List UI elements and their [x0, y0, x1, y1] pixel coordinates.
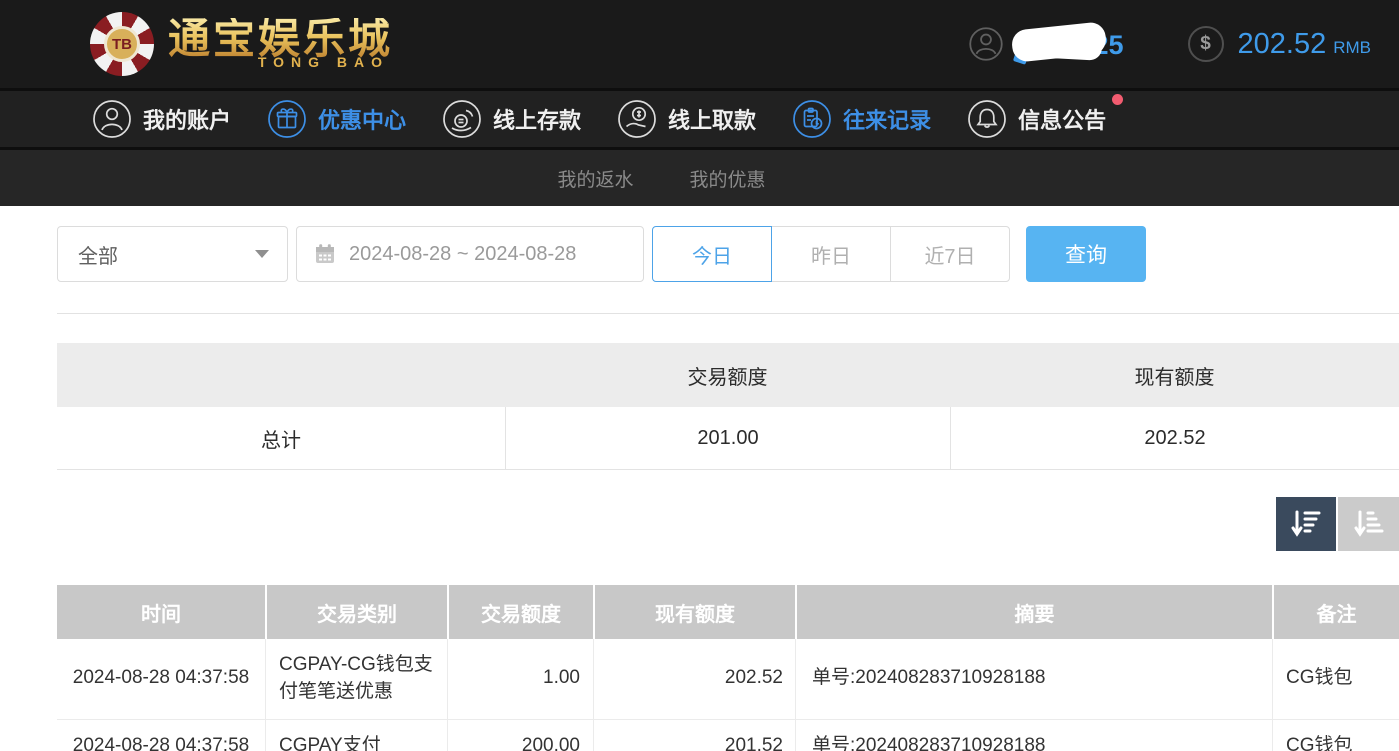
range-last7days-button[interactable]: 近7日	[890, 226, 1010, 282]
gift-icon	[267, 99, 307, 139]
redaction-blob	[1035, 29, 1102, 60]
balance-amount: 202.52	[1238, 28, 1327, 61]
sort-descending-icon	[1290, 509, 1322, 539]
date-range-value: 2024-08-28 ~ 2024-08-28	[349, 243, 576, 266]
range-yesterday-button[interactable]: 昨日	[771, 226, 891, 282]
main-navbar: 我的账户 优惠中心 线上存款 线上取款 往来记录	[0, 88, 1399, 150]
nav-item-announcements[interactable]: 信息公告	[967, 99, 1106, 139]
subnav-item-my-promotions[interactable]: 我的优惠	[690, 165, 766, 192]
table-cell: 单号:202408283710928188	[795, 639, 1272, 720]
category-dropdown[interactable]: 全部	[57, 226, 288, 282]
records-header-transaction-amount: 交易额度	[447, 585, 593, 639]
table-cell: 202.52	[593, 639, 795, 720]
poker-chip-logo-icon: TB	[90, 12, 154, 76]
site-subtitle: TONG BAO	[258, 54, 389, 70]
table-cell: 1.00	[447, 639, 593, 720]
table-cell: CGPAY-CG钱包支付笔笔送优惠	[265, 639, 447, 720]
records-header-current-balance: 现有额度	[593, 585, 795, 639]
summary-header-blank	[57, 343, 505, 407]
records-icon	[792, 99, 832, 139]
dollar-circle-icon: $	[1188, 26, 1224, 62]
range-today-button[interactable]: 今日	[652, 226, 772, 282]
nav-label: 线上取款	[668, 103, 756, 135]
sort-ascending-button[interactable]	[1338, 497, 1399, 551]
divider	[57, 313, 1399, 314]
filter-row: 全部 2024-08-28 ~ 2024-08-28 今日 昨日 近7日 查询	[57, 226, 1399, 282]
table-cell: 201.00	[505, 407, 950, 470]
table-cell: 200.00	[447, 720, 593, 751]
sort-ascending-icon	[1353, 509, 1385, 539]
table-row: 2024-08-28 04:37:58CGPAY支付200.00201.52单号…	[57, 720, 1399, 751]
balance-currency: RMB	[1333, 30, 1371, 58]
table-cell: 202.52	[950, 407, 1399, 470]
user-icon	[92, 99, 132, 139]
user-icon	[968, 26, 1004, 62]
records-table-header: 时间 交易类别 交易额度 现有额度 摘要 备注	[57, 585, 1399, 639]
table-row: 交易额度 现有额度	[57, 343, 1399, 407]
calendar-icon	[313, 242, 337, 266]
sort-descending-button[interactable]	[1276, 497, 1336, 551]
chip-monogram: TB	[104, 26, 140, 62]
table-row: 时间 交易类别 交易额度 现有额度 摘要 备注	[57, 585, 1399, 639]
deposit-icon	[442, 99, 482, 139]
summary-header-current-balance: 现有额度	[950, 343, 1399, 407]
summary-table-header: 交易额度 现有额度	[57, 343, 1399, 407]
balance-display: $ 202.52 RMB	[1188, 26, 1371, 62]
notification-badge	[1112, 94, 1123, 105]
category-dropdown-value: 全部	[78, 240, 118, 269]
site-logo[interactable]: TB 通宝娱乐城 TONG BAO	[90, 12, 393, 76]
table-row: 总计201.00202.52	[57, 407, 1399, 470]
records-header-time: 时间	[57, 585, 265, 639]
logo-text: 通宝娱乐城 TONG BAO	[168, 18, 393, 70]
nav-label: 往来记录	[843, 103, 931, 135]
nav-item-online-withdraw[interactable]: 线上取款	[617, 99, 756, 139]
nav-label: 优惠中心	[318, 103, 406, 135]
records-header-summary: 摘要	[795, 585, 1272, 639]
records-header-remarks: 备注	[1272, 585, 1399, 639]
nav-item-my-account[interactable]: 我的账户	[92, 99, 231, 139]
table-cell: CG钱包	[1272, 639, 1399, 720]
sort-buttons	[57, 497, 1399, 551]
nav-items: 我的账户 优惠中心 线上存款 线上取款 往来记录	[92, 99, 1106, 139]
records-header-transaction-type: 交易类别	[265, 585, 447, 639]
page-content: 全部 2024-08-28 ~ 2024-08-28 今日 昨日 近7日 查询	[0, 226, 1399, 751]
table-cell: 总计	[57, 407, 505, 470]
header-right: 25 $ 202.52 RMB	[968, 25, 1371, 63]
date-range-input[interactable]: 2024-08-28 ~ 2024-08-28	[296, 226, 644, 282]
table-row: 2024-08-28 04:37:58CGPAY-CG钱包支付笔笔送优惠1.00…	[57, 639, 1399, 720]
sub-navbar: 我的返水 我的优惠	[0, 150, 1399, 206]
summary-table: 交易额度 现有额度 总计201.00202.52	[57, 343, 1399, 470]
records-table: 时间 交易类别 交易额度 现有额度 摘要 备注 2024-08-28 04:37…	[57, 585, 1399, 751]
bell-icon	[967, 99, 1007, 139]
chevron-down-icon	[255, 250, 269, 258]
table-cell: 2024-08-28 04:37:58	[57, 639, 265, 720]
subnav-item-my-rebate[interactable]: 我的返水	[557, 165, 633, 192]
summary-table-body: 总计201.00202.52	[57, 407, 1399, 470]
table-cell: CGPAY支付	[265, 720, 447, 751]
table-cell: 201.52	[593, 720, 795, 751]
nav-label: 信息公告	[1018, 103, 1106, 135]
summary-header-transaction-amount: 交易额度	[505, 343, 950, 407]
nav-item-transaction-records[interactable]: 往来记录	[792, 99, 931, 139]
nav-label: 线上存款	[493, 103, 581, 135]
nav-label: 我的账户	[143, 103, 231, 135]
table-cell: 单号:202408283710928188	[795, 720, 1272, 751]
nav-item-promotions[interactable]: 优惠中心	[267, 99, 406, 139]
quick-range-group: 今日 昨日 近7日	[652, 226, 1010, 282]
search-button[interactable]: 查询	[1026, 226, 1146, 282]
records-table-body: 2024-08-28 04:37:58CGPAY-CG钱包支付笔笔送优惠1.00…	[57, 639, 1399, 751]
table-cell: 2024-08-28 04:37:58	[57, 720, 265, 751]
username-redacted: 25	[1014, 25, 1124, 63]
nav-item-online-deposit[interactable]: 线上存款	[442, 99, 581, 139]
account-menu[interactable]: 25	[968, 25, 1124, 63]
table-cell: CG钱包	[1272, 720, 1399, 751]
top-header-bar: TB 通宝娱乐城 TONG BAO 25 $ 202.52 RMB	[0, 0, 1399, 88]
withdraw-icon	[617, 99, 657, 139]
